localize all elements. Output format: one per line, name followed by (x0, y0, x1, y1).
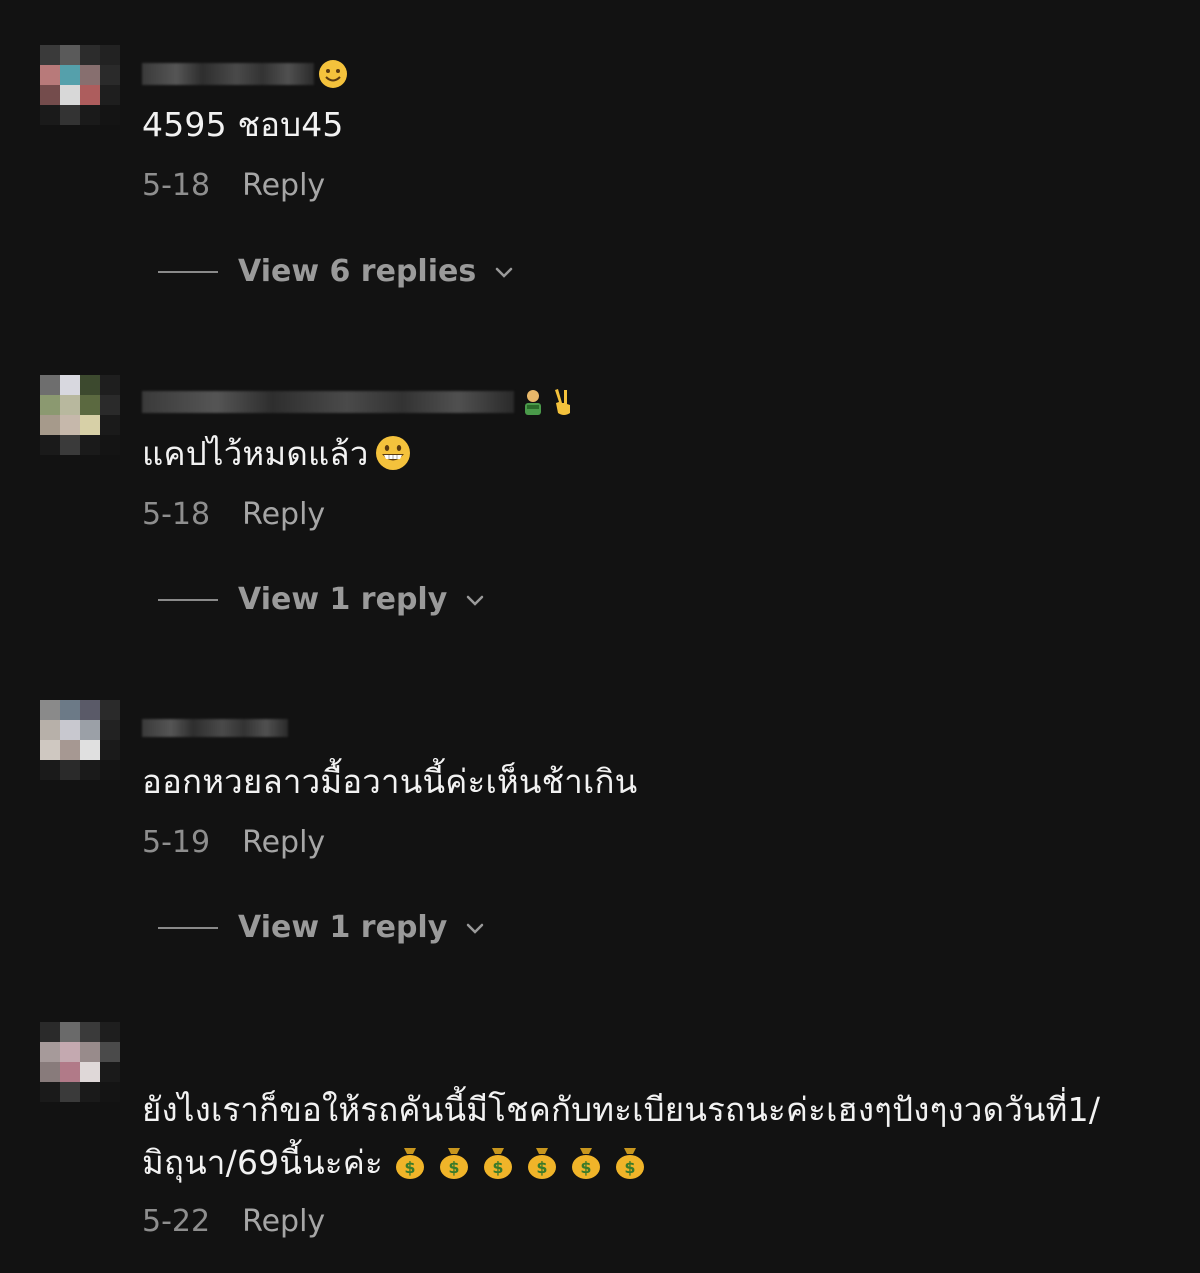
comment-text: แคปไว้หมดแล้ว (142, 428, 411, 480)
divider (158, 598, 218, 601)
comment-date: 5-18 (142, 168, 211, 203)
chevron-down-icon (467, 595, 484, 606)
comment-text: ออกหวยลาวมื้อวานนี้ค่ะเห็นช้าเกิน (142, 762, 638, 801)
money-bag-icon: $ (437, 1143, 471, 1179)
chevron-down-icon (467, 923, 484, 934)
avatar[interactable] (40, 1022, 120, 1102)
view-replies-label: View 1 reply (238, 910, 448, 945)
svg-text:$: $ (624, 1158, 635, 1177)
comment-text: ยังไงเราก็ขอให้รถคันนี้มีโชคกับทะเบียนรถ… (142, 1090, 1101, 1129)
comment-meta: 5-18 Reply (142, 168, 325, 203)
person-icon (518, 387, 548, 417)
comment-text: มิถุนา/69นี้นะค่ะ $ $ $ $ $ $ (142, 1137, 647, 1189)
avatar[interactable] (40, 375, 120, 455)
comment-date: 5-18 (142, 497, 211, 532)
money-bag-icon: $ (569, 1143, 603, 1179)
reply-button[interactable]: Reply (242, 168, 325, 203)
view-replies-label: View 1 reply (238, 582, 448, 617)
comment-date: 5-19 (142, 825, 211, 860)
reply-button[interactable]: Reply (242, 825, 325, 860)
svg-text:$: $ (448, 1158, 459, 1177)
divider (158, 926, 218, 929)
comment-date: 5-22 (142, 1204, 211, 1239)
smiling-face-icon (318, 59, 348, 89)
svg-text:$: $ (404, 1158, 415, 1177)
svg-text:$: $ (492, 1158, 503, 1177)
comment-text-content: แคปไว้หมดแล้ว (142, 434, 369, 473)
username[interactable] (142, 716, 288, 740)
grinning-face-icon (375, 434, 411, 470)
money-bag-icon: $ (525, 1143, 559, 1179)
comment-text-content: มิถุนา/69นี้นะค่ะ (142, 1143, 383, 1182)
avatar[interactable] (40, 700, 120, 780)
comment-meta: 5-19 Reply (142, 825, 325, 860)
view-replies-button[interactable]: View 1 reply (158, 910, 485, 945)
chevron-down-icon (495, 267, 513, 278)
money-bag-icon: $ (393, 1143, 427, 1179)
reply-button[interactable]: Reply (242, 497, 325, 532)
victory-hand-icon (552, 387, 576, 417)
view-replies-button[interactable]: View 6 replies (158, 254, 514, 289)
view-replies-button[interactable]: View 1 reply (158, 582, 485, 617)
comment-meta: 5-22 Reply (142, 1204, 325, 1239)
comment-text: 4595 ชอบ45 (142, 105, 344, 144)
username[interactable] (142, 59, 348, 89)
divider (158, 270, 218, 273)
svg-text:$: $ (580, 1158, 591, 1177)
avatar[interactable] (40, 45, 120, 125)
username[interactable] (142, 387, 576, 417)
view-replies-label: View 6 replies (238, 254, 477, 289)
comment-meta: 5-18 Reply (142, 497, 325, 532)
svg-text:$: $ (536, 1158, 547, 1177)
reply-button[interactable]: Reply (242, 1204, 325, 1239)
money-bag-icon: $ (613, 1143, 647, 1179)
money-bag-icon: $ (481, 1143, 515, 1179)
